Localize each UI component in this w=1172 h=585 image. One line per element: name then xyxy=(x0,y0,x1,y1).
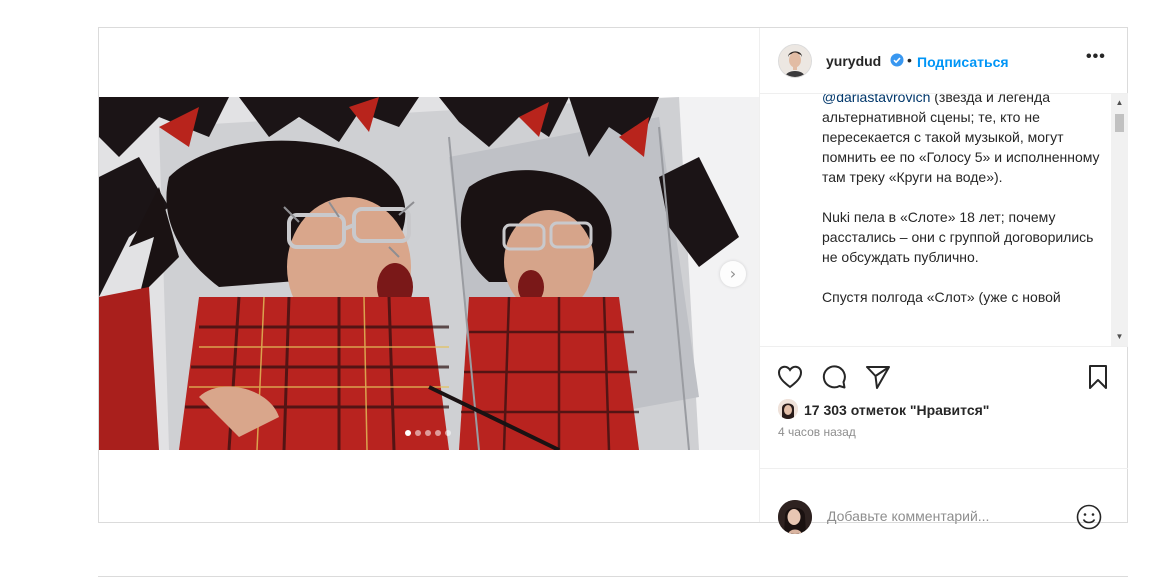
caption-text: (звезда и легенда альтернативной сцены; … xyxy=(822,94,1100,185)
carousel-dot-2 xyxy=(415,430,421,436)
carousel-next-chevron-icon[interactable]: › xyxy=(720,261,746,287)
comment-icon[interactable] xyxy=(820,363,848,391)
caption-paragraph-1: @dariastavrovich (звезда и легенда альте… xyxy=(822,94,1104,187)
heart-icon[interactable] xyxy=(776,363,804,391)
liker-avatar-image xyxy=(778,399,798,419)
post-timestamp[interactable]: 4 часов назад xyxy=(778,425,856,439)
post-caption: @dariastavrovich (звезда и легенда альте… xyxy=(822,94,1104,327)
post-header: yurydud • Подписаться ••• xyxy=(760,28,1128,94)
caption-text: Nuki пела в «Слоте» 18 лет; почему расст… xyxy=(822,209,1094,265)
paper-plane-icon[interactable] xyxy=(864,363,892,391)
carousel-dot-1 xyxy=(405,430,411,436)
caption-paragraph-2: Nuki пела в «Слоте» 18 лет; почему расст… xyxy=(822,207,1104,267)
caption-scrollbar[interactable]: ▲ ▼ xyxy=(1111,94,1128,346)
follow-button[interactable]: Подписаться xyxy=(917,54,1009,70)
verified-badge-icon xyxy=(890,53,904,67)
scroll-down-arrow-icon[interactable]: ▼ xyxy=(1111,330,1128,344)
bookmark-icon[interactable] xyxy=(1084,363,1112,391)
caption-text: Спустя полгода «Слот» (уже с новой xyxy=(822,289,1061,305)
liker-avatar[interactable] xyxy=(778,399,798,419)
comment-input[interactable]: Добавьте комментарий... xyxy=(827,508,989,524)
feed-divider xyxy=(98,576,1128,577)
post-media: › xyxy=(99,28,759,522)
separator-bullet: • xyxy=(907,52,912,68)
author-avatar-image xyxy=(779,45,811,77)
post-photo[interactable]: › xyxy=(99,97,759,450)
caption-container[interactable]: @dariastavrovich (звезда и легенда альте… xyxy=(760,94,1128,347)
current-user-avatar-image xyxy=(778,500,812,534)
carousel-dot-3 xyxy=(425,430,431,436)
smiley-icon[interactable] xyxy=(1076,504,1102,530)
more-options-icon[interactable]: ••• xyxy=(1086,48,1106,66)
comment-bar: Добавьте комментарий... xyxy=(760,468,1128,534)
author-username[interactable]: yurydud xyxy=(826,53,881,69)
post-card: › yurydud • Подписаться ••• @dariastavro… xyxy=(98,27,1128,534)
post-photo-art xyxy=(99,97,759,450)
action-bar xyxy=(760,348,1128,404)
post-sidebar: yurydud • Подписаться ••• @dariastavrovi… xyxy=(759,28,1128,534)
scroll-up-arrow-icon[interactable]: ▲ xyxy=(1111,96,1128,110)
current-user-avatar xyxy=(778,500,812,534)
caption-mention[interactable]: @dariastavrovich xyxy=(822,94,930,105)
carousel-dot-5 xyxy=(445,430,451,436)
scroll-thumb[interactable] xyxy=(1115,114,1124,132)
author-avatar[interactable] xyxy=(778,44,812,78)
caption-paragraph-3: Спустя полгода «Слот» (уже с новой xyxy=(822,287,1104,307)
carousel-dot-4 xyxy=(435,430,441,436)
carousel-indicators xyxy=(405,430,451,436)
likes-count[interactable]: 17 303 отметок "Нравится" xyxy=(804,402,989,418)
